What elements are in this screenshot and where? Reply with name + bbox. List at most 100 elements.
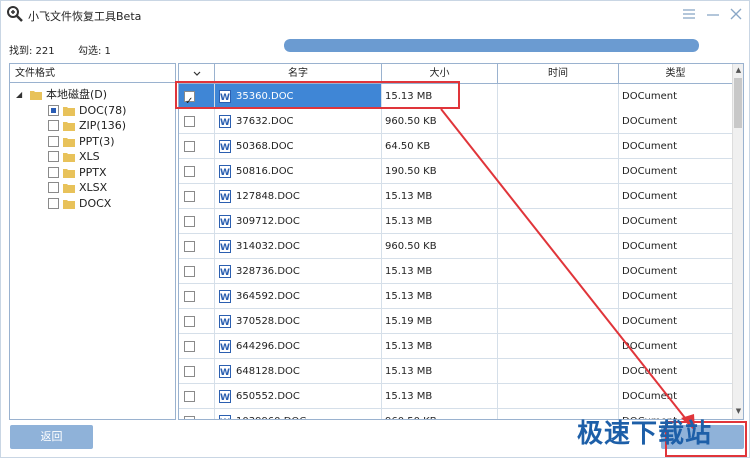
- tree-item[interactable]: XLS: [48, 149, 100, 165]
- file-name: 50816.DOC: [236, 166, 294, 177]
- tree-item-label: ZIP(136): [79, 119, 126, 132]
- table-row[interactable]: W 648128.DOC 15.13 MB DOCument: [179, 359, 732, 384]
- tree-item-label: XLS: [79, 150, 100, 163]
- file-name-cell: W 328736.DOC: [215, 259, 382, 284]
- file-name: 364592.DOC: [236, 291, 300, 302]
- file-size: 15.13 MB: [382, 259, 498, 284]
- vertical-scrollbar[interactable]: ▲ ▼: [732, 64, 743, 419]
- table-row[interactable]: W 370528.DOC 15.19 MB DOCument: [179, 309, 732, 334]
- svg-text:W: W: [220, 143, 230, 153]
- folder-icon: [30, 90, 42, 100]
- row-checkbox[interactable]: [184, 391, 195, 402]
- word-document-icon: W: [219, 365, 231, 378]
- file-size: 15.13 MB: [382, 334, 498, 359]
- word-document-icon: W: [219, 315, 231, 328]
- file-type: DOCument: [622, 366, 678, 377]
- word-document-icon: W: [219, 140, 231, 153]
- file-name-cell: W 364592.DOC: [215, 284, 382, 309]
- file-name: 650552.DOC: [236, 391, 300, 402]
- tree-header: 文件格式: [10, 64, 175, 83]
- file-size: 15.13 MB: [382, 284, 498, 309]
- table-row[interactable]: W 314032.DOC 960.50 KB DOCument: [179, 234, 732, 259]
- row-checkbox[interactable]: [184, 241, 195, 252]
- scroll-thumb[interactable]: [734, 78, 742, 128]
- file-name-cell: W 370528.DOC: [215, 309, 382, 334]
- word-document-icon: W: [219, 265, 231, 278]
- scroll-up-arrow-icon[interactable]: ▲: [733, 66, 743, 76]
- file-name: 1039960.DOC: [236, 416, 306, 419]
- file-time: [498, 84, 619, 109]
- scan-progress-bar: [284, 39, 699, 52]
- minimize-icon[interactable]: [704, 6, 722, 22]
- row-checkbox[interactable]: [184, 291, 195, 302]
- table-row[interactable]: W 650552.DOC 15.13 MB DOCument: [179, 384, 732, 409]
- table-row[interactable]: W 50368.DOC 64.50 KB DOCument: [179, 134, 732, 159]
- file-type: DOCument: [622, 141, 678, 152]
- table-row[interactable]: W 644296.DOC 15.13 MB DOCument: [179, 334, 732, 359]
- row-checkbox-cell: [179, 309, 215, 334]
- tree-item-checkbox[interactable]: [48, 120, 59, 131]
- file-size: 15.13 MB: [382, 384, 498, 409]
- svg-text:W: W: [220, 168, 230, 178]
- tree-item-checkbox[interactable]: [48, 104, 59, 116]
- close-icon[interactable]: [727, 6, 745, 22]
- file-time: [498, 284, 619, 309]
- row-checkbox-cell: [179, 409, 215, 419]
- chevron-down-icon[interactable]: [192, 69, 202, 79]
- tree-item-label: PPTX: [79, 165, 107, 179]
- table-row[interactable]: W 127848.DOC 15.13 MB DOCument: [179, 184, 732, 209]
- row-checkbox[interactable]: [184, 141, 195, 152]
- tree-item-checkbox[interactable]: [48, 182, 59, 193]
- tree-item[interactable]: PPTX: [48, 164, 107, 180]
- row-checkbox[interactable]: [184, 266, 195, 277]
- tree-item-checkbox[interactable]: [48, 151, 59, 162]
- file-name: 644296.DOC: [236, 341, 300, 352]
- tree-item-checkbox[interactable]: [48, 197, 59, 209]
- row-checkbox[interactable]: [184, 316, 195, 327]
- tree-item[interactable]: DOCX: [48, 195, 111, 211]
- scroll-down-arrow-icon[interactable]: ▼: [733, 407, 743, 417]
- table-row[interactable]: W 364592.DOC 15.13 MB DOCument: [179, 284, 732, 309]
- svg-text:W: W: [220, 318, 230, 328]
- file-time: [498, 184, 619, 209]
- folder-icon: [63, 106, 75, 116]
- row-checkbox[interactable]: [184, 116, 195, 127]
- file-time: [498, 384, 619, 409]
- highlight-selected-row: [175, 81, 460, 109]
- tree-root-node[interactable]: ◢ 本地磁盘(D): [16, 86, 107, 102]
- checked-count: 勾选: 1: [78, 46, 111, 57]
- file-type: DOCument: [622, 241, 678, 252]
- row-checkbox[interactable]: [184, 416, 195, 419]
- back-button[interactable]: 返回: [10, 425, 93, 449]
- collapse-arrow-icon[interactable]: ◢: [16, 90, 26, 99]
- table-row[interactable]: W 37632.DOC 960.50 KB DOCument: [179, 109, 732, 134]
- row-checkbox[interactable]: [184, 166, 195, 177]
- tree-item-checkbox[interactable]: [48, 135, 59, 147]
- file-time: [498, 134, 619, 159]
- word-document-icon: W: [219, 165, 231, 178]
- tree-item-checkbox[interactable]: [48, 166, 59, 178]
- row-checkbox-cell: [179, 234, 215, 259]
- tree-item[interactable]: XLSX: [48, 180, 107, 196]
- tree-item[interactable]: PPT(3): [48, 133, 115, 149]
- row-checkbox[interactable]: [184, 216, 195, 227]
- file-type: DOCument: [622, 291, 678, 302]
- row-checkbox-cell: [179, 159, 215, 184]
- svg-text:W: W: [220, 193, 230, 203]
- file-type: DOCument: [622, 266, 678, 277]
- column-header-type[interactable]: 类型: [619, 64, 732, 84]
- tree-item[interactable]: DOC(78): [48, 102, 126, 118]
- file-name-cell: W 37632.DOC: [215, 109, 382, 134]
- row-checkbox[interactable]: [184, 341, 195, 352]
- table-row[interactable]: W 328736.DOC 15.13 MB DOCument: [179, 259, 732, 284]
- row-checkbox-cell: [179, 334, 215, 359]
- row-checkbox[interactable]: [184, 366, 195, 377]
- file-name-cell: W 50816.DOC: [215, 159, 382, 184]
- column-header-time[interactable]: 时间: [498, 64, 619, 84]
- tree-item[interactable]: ZIP(136): [48, 118, 126, 134]
- row-checkbox[interactable]: [184, 191, 195, 202]
- menu-icon[interactable]: [680, 6, 698, 22]
- table-row[interactable]: W 50816.DOC 190.50 KB DOCument: [179, 159, 732, 184]
- table-row[interactable]: W 309712.DOC 15.13 MB DOCument: [179, 209, 732, 234]
- file-size: 15.13 MB: [382, 209, 498, 234]
